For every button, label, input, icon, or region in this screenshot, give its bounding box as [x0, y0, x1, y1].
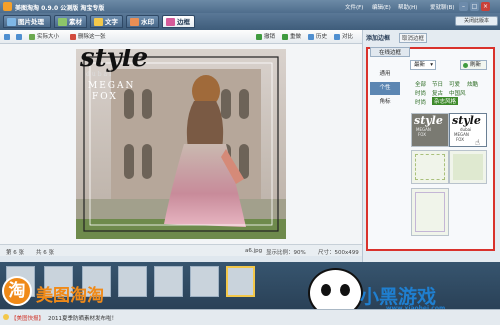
- thumb-style-text: style: [414, 114, 443, 127]
- panda-eye-right: [340, 284, 350, 296]
- name-line-1: MEGAN: [88, 81, 136, 91]
- brand-name: 美图淘淘: [36, 286, 104, 306]
- zoom-ratio: 显示比例：90%: [266, 250, 306, 256]
- chevron-down-icon: ▾: [430, 62, 433, 68]
- cat-all[interactable]: 全部: [415, 80, 426, 88]
- strip-thumbnail[interactable]: [190, 266, 219, 297]
- tab-image-processing[interactable]: 图片处理: [3, 15, 51, 28]
- app-title: 美图淘淘 0.9.0 公测版 淘宝专版: [15, 5, 105, 12]
- undo-button[interactable]: 撤销: [256, 32, 275, 42]
- panda-eye-left: [321, 284, 331, 296]
- cat-cute[interactable]: 可爱: [449, 80, 460, 88]
- strip-thumbnail[interactable]: [154, 266, 183, 297]
- thumb-frame: [415, 192, 445, 232]
- status-bar: 第 6 张 共 6 张 a6.jpg 显示比例：90% 尺寸：500x499: [0, 244, 362, 256]
- border-thumbnail[interactable]: [411, 188, 449, 236]
- tab-material[interactable]: 素材: [54, 15, 87, 28]
- history-icon: [308, 34, 314, 40]
- title-bar: 美图淘淘 0.9.0 公测版 淘宝专版 文件(F) 编辑(E) 帮助(H) 爱就…: [0, 0, 500, 13]
- file-name: a6.jpg: [245, 248, 263, 254]
- actual-size-icon: [29, 34, 35, 40]
- cat-festival[interactable]: 节日: [432, 80, 443, 88]
- border-thumbnail[interactable]: style MEGAN FOX: [411, 113, 449, 147]
- menu-edit[interactable]: 编辑(E): [372, 3, 391, 11]
- online-border-tab[interactable]: 在线边框: [370, 47, 410, 57]
- news-prefix: 【美图快报】: [11, 316, 45, 322]
- refresh-button[interactable]: 刷新: [460, 60, 487, 70]
- cursor-hand-icon: ☝: [475, 138, 480, 147]
- menu-help[interactable]: 帮助(H): [398, 3, 417, 11]
- category-general[interactable]: 通用: [370, 68, 400, 81]
- bulb-icon: [3, 314, 9, 320]
- text-icon: [94, 18, 103, 26]
- undo-icon: [256, 34, 262, 40]
- thumb-style-text-2: style: [452, 114, 481, 127]
- thumb-frame: [453, 154, 483, 180]
- new-version-button[interactable]: 关闭此版本: [455, 16, 498, 26]
- border-thumbnail[interactable]: [411, 150, 449, 184]
- photo-canvas[interactable]: style dubai MEGAN FOX: [76, 49, 286, 239]
- cat-retro[interactable]: 复古: [432, 89, 443, 97]
- style-subtitle: dubai: [86, 71, 114, 78]
- strip-thumbnail-selected[interactable]: [226, 266, 255, 297]
- delete-icon: [70, 34, 76, 40]
- tab-watermark[interactable]: 水印: [126, 15, 159, 28]
- toolbar: 实际大小 删除这一张 撤销 重做 历史 对比: [0, 30, 362, 44]
- thumb-frame: [415, 154, 445, 180]
- maximize-icon[interactable]: □: [470, 2, 479, 11]
- delete-image-button[interactable]: 删除这一张: [70, 32, 106, 42]
- tab-text[interactable]: 文字: [90, 15, 123, 28]
- zoom-in-button[interactable]: [4, 32, 14, 42]
- cat-fashion[interactable]: 时尚: [415, 89, 426, 97]
- cat-chinese[interactable]: 中国风: [449, 89, 466, 97]
- refresh-icon: [463, 63, 468, 68]
- minimize-icon[interactable]: –: [459, 2, 468, 11]
- zoom-in-icon: [4, 34, 10, 40]
- actual-size-button[interactable]: 实际大小: [29, 32, 59, 42]
- zoom-out-icon: [16, 34, 22, 40]
- add-border-tab[interactable]: 添加边框: [366, 33, 390, 42]
- border-icon: [166, 18, 175, 26]
- category-personal[interactable]: 个性: [370, 82, 400, 95]
- redo-icon: [282, 34, 288, 40]
- material-icon: [58, 18, 67, 26]
- close-icon[interactable]: ×: [481, 2, 490, 11]
- image-total: 共 6 张: [36, 250, 54, 256]
- thumb-name-4: FOX: [456, 137, 464, 142]
- cat-fashion-2[interactable]: 时尚: [415, 98, 426, 106]
- cancel-border-button[interactable]: 取消边框: [399, 33, 428, 43]
- thumb-name-2: FOX: [418, 132, 426, 137]
- image-index: 第 6 张: [6, 250, 24, 256]
- compare-icon: [334, 34, 340, 40]
- border-thumbnail[interactable]: [449, 150, 487, 184]
- category-corner[interactable]: 角标: [370, 96, 400, 109]
- cat-magazine[interactable]: 杂志风格: [432, 97, 459, 105]
- tab-border[interactable]: 边框: [162, 15, 195, 28]
- brand-logo-icon: 淘: [2, 276, 32, 306]
- redo-button[interactable]: 重做: [282, 32, 301, 42]
- news-bar: 【美图快报】 2011夏季防晒素材发布啦！: [0, 309, 500, 325]
- image-icon: [7, 18, 16, 26]
- user-name[interactable]: 爱就聊(B): [430, 3, 455, 11]
- module-tab-bar: 图片处理 素材 文字 水印 边框: [0, 13, 500, 30]
- news-link[interactable]: 2011夏季防晒素材发布啦！: [48, 314, 117, 322]
- compare-button[interactable]: 对比: [334, 32, 353, 42]
- image-size: 尺寸：500x499: [318, 250, 359, 256]
- zoom-out-button[interactable]: [16, 32, 26, 42]
- sort-dropdown[interactable]: 最新 ▾: [410, 60, 436, 70]
- style-title: style: [80, 49, 149, 73]
- history-button[interactable]: 历史: [308, 32, 327, 42]
- border-thumbnail-selected[interactable]: style dubai MEGAN FOX ☝: [449, 113, 487, 147]
- app-logo-icon: [3, 2, 12, 11]
- menu-file[interactable]: 文件(F): [345, 3, 363, 11]
- watermark-icon: [130, 18, 139, 26]
- cat-cool[interactable]: 炫酷: [467, 80, 478, 88]
- name-line-2: FOX: [92, 92, 118, 102]
- strip-thumbnail[interactable]: [118, 266, 147, 297]
